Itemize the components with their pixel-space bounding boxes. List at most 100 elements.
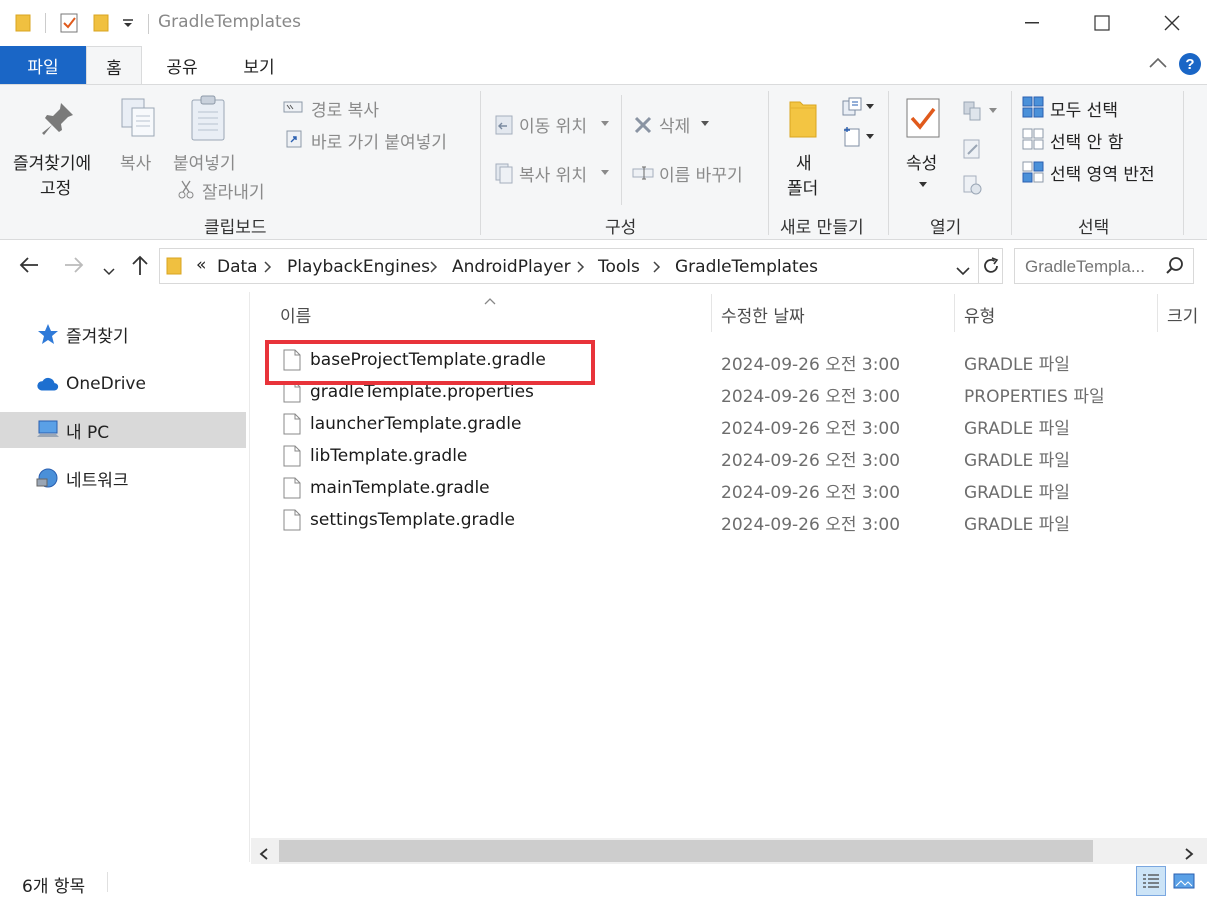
maximize-button[interactable] bbox=[1067, 0, 1137, 46]
rename-label[interactable]: 이름 바꾸기 bbox=[659, 161, 743, 186]
new-folder-quick-access-icon[interactable] bbox=[90, 10, 112, 36]
nav-item-this-pc[interactable]: 내 PC bbox=[0, 412, 246, 448]
copy-path-label[interactable]: 경로 복사 bbox=[311, 96, 379, 121]
cut-label[interactable]: 잘라내기 bbox=[202, 178, 265, 203]
column-header-name[interactable]: 이름 bbox=[280, 302, 311, 327]
select-all-label[interactable]: 모두 선택 bbox=[1050, 96, 1118, 121]
copy-label[interactable]: 복사 bbox=[120, 149, 151, 174]
file-name[interactable]: gradleTemplate.properties bbox=[310, 382, 534, 402]
breadcrumb-gradletemplates[interactable]: GradleTemplates bbox=[675, 257, 818, 277]
new-item-icon[interactable] bbox=[840, 95, 864, 119]
pin-to-quick-access-label-2[interactable]: 고정 bbox=[40, 174, 71, 199]
delete-x-icon[interactable] bbox=[631, 113, 655, 137]
edit-icon[interactable] bbox=[960, 137, 984, 161]
address-history-chevron-icon[interactable] bbox=[956, 261, 970, 280]
rename-icon[interactable] bbox=[631, 162, 655, 184]
large-icons-view-icon[interactable] bbox=[1169, 866, 1199, 896]
new-folder-label[interactable]: 새 bbox=[796, 149, 812, 174]
properties-icon[interactable] bbox=[902, 95, 944, 141]
column-header-date[interactable]: 수정한 날짜 bbox=[721, 302, 805, 327]
new-folder-label-2[interactable]: 폴더 bbox=[787, 174, 818, 199]
tab-view[interactable]: 보기 bbox=[226, 46, 292, 84]
table-row[interactable]: settingsTemplate.gradle 2024-09-26 오전 3:… bbox=[271, 504, 1207, 536]
back-arrow-icon[interactable] bbox=[18, 255, 40, 279]
select-none-label[interactable]: 선택 안 함 bbox=[1050, 128, 1123, 153]
open-icon[interactable] bbox=[960, 99, 984, 123]
delete-label[interactable]: 삭제 bbox=[659, 112, 690, 137]
copy-path-icon[interactable] bbox=[282, 97, 304, 117]
easy-access-dropdown-icon[interactable] bbox=[865, 131, 875, 141]
help-icon[interactable]: ? bbox=[1178, 52, 1202, 80]
search-icon[interactable] bbox=[1165, 256, 1185, 280]
column-header-type[interactable]: 유형 bbox=[964, 302, 995, 327]
move-to-dropdown-icon[interactable] bbox=[600, 118, 610, 128]
new-item-dropdown-icon[interactable] bbox=[865, 101, 875, 111]
properties-dropdown-icon[interactable] bbox=[918, 179, 928, 189]
file-name[interactable]: settingsTemplate.gradle bbox=[310, 510, 515, 530]
paste-label[interactable]: 붙여넣기 bbox=[173, 149, 236, 174]
scroll-right-chevron-icon[interactable] bbox=[1185, 845, 1194, 864]
easy-access-icon[interactable] bbox=[840, 125, 864, 149]
breadcrumb-tools[interactable]: Tools bbox=[598, 257, 640, 277]
table-row[interactable]: launcherTemplate.gradle 2024-09-26 오전 3:… bbox=[271, 408, 1207, 440]
copy-icon[interactable] bbox=[116, 95, 160, 141]
up-arrow-icon[interactable] bbox=[130, 254, 150, 280]
table-row[interactable]: libTemplate.gradle 2024-09-26 오전 3:00 GR… bbox=[271, 440, 1207, 472]
close-button[interactable] bbox=[1137, 0, 1207, 46]
address-bar[interactable]: « Data PlaybackEngines AndroidPlayer Too… bbox=[159, 248, 1003, 284]
collapse-ribbon-chevron-icon[interactable] bbox=[1148, 55, 1168, 74]
refresh-icon[interactable] bbox=[980, 255, 1002, 281]
paste-icon[interactable] bbox=[186, 93, 230, 143]
select-group-label: 선택 bbox=[1078, 218, 1110, 238]
breadcrumb-androidplayer[interactable]: AndroidPlayer bbox=[452, 257, 571, 277]
breadcrumb-separator-icon[interactable] bbox=[430, 257, 438, 277]
breadcrumb-separator-icon[interactable] bbox=[653, 257, 661, 277]
file-name[interactable]: launcherTemplate.gradle bbox=[310, 414, 521, 434]
pin-to-quick-access-label[interactable]: 즐겨찾기에 bbox=[13, 149, 91, 174]
copy-to-label[interactable]: 복사 위치 bbox=[519, 161, 587, 186]
breadcrumb-separator-icon[interactable] bbox=[264, 257, 272, 277]
properties-label[interactable]: 속성 bbox=[906, 149, 937, 174]
invert-selection-icon[interactable] bbox=[1021, 160, 1045, 184]
nav-item-quick-access[interactable]: 즐겨찾기 bbox=[0, 316, 246, 352]
scroll-left-chevron-icon[interactable] bbox=[259, 845, 268, 864]
properties-quick-access-icon[interactable] bbox=[56, 10, 82, 36]
scissors-icon[interactable] bbox=[175, 178, 197, 200]
horizontal-scrollbar[interactable] bbox=[251, 838, 1207, 864]
search-input[interactable] bbox=[1025, 256, 1160, 278]
file-name[interactable]: mainTemplate.gradle bbox=[310, 478, 490, 498]
nav-item-network[interactable]: 네트워크 bbox=[0, 460, 246, 496]
minimize-button[interactable] bbox=[997, 0, 1067, 46]
select-all-icon[interactable] bbox=[1021, 95, 1045, 119]
table-row[interactable]: mainTemplate.gradle 2024-09-26 오전 3:00 G… bbox=[271, 472, 1207, 504]
recent-locations-chevron-icon[interactable] bbox=[103, 261, 115, 280]
delete-dropdown-icon[interactable] bbox=[700, 118, 710, 128]
breadcrumb-overflow[interactable]: « bbox=[196, 255, 206, 275]
column-header-size[interactable]: 크기 bbox=[1167, 302, 1198, 327]
tab-file[interactable]: 파일 bbox=[0, 46, 86, 84]
open-dropdown-icon[interactable] bbox=[988, 105, 998, 115]
move-to-icon[interactable] bbox=[492, 113, 516, 137]
tab-home[interactable]: 홈 bbox=[86, 46, 142, 85]
breadcrumb-separator-icon[interactable] bbox=[577, 257, 585, 277]
invert-selection-label[interactable]: 선택 영역 반전 bbox=[1050, 160, 1155, 185]
forward-arrow-icon[interactable] bbox=[63, 255, 85, 279]
customize-quick-access-chevron-icon[interactable] bbox=[118, 10, 138, 36]
select-none-icon[interactable] bbox=[1021, 127, 1045, 151]
copy-to-dropdown-icon[interactable] bbox=[600, 167, 610, 177]
search-field[interactable] bbox=[1014, 248, 1194, 284]
new-folder-icon[interactable] bbox=[784, 97, 822, 141]
tab-share[interactable]: 공유 bbox=[150, 46, 214, 84]
scroll-thumb[interactable] bbox=[279, 840, 1093, 862]
file-name[interactable]: libTemplate.gradle bbox=[310, 446, 467, 466]
breadcrumb-playbackengines[interactable]: PlaybackEngines bbox=[287, 257, 430, 277]
paste-shortcut-icon[interactable] bbox=[284, 128, 304, 150]
details-view-icon[interactable] bbox=[1136, 866, 1166, 896]
nav-item-onedrive[interactable]: OneDrive bbox=[0, 366, 246, 402]
history-icon[interactable] bbox=[960, 173, 984, 197]
pin-icon[interactable] bbox=[38, 99, 78, 139]
copy-to-icon[interactable] bbox=[492, 161, 516, 185]
breadcrumb-data[interactable]: Data bbox=[217, 257, 258, 277]
paste-shortcut-label[interactable]: 바로 가기 붙여넣기 bbox=[311, 128, 447, 153]
move-to-label[interactable]: 이동 위치 bbox=[519, 112, 587, 137]
